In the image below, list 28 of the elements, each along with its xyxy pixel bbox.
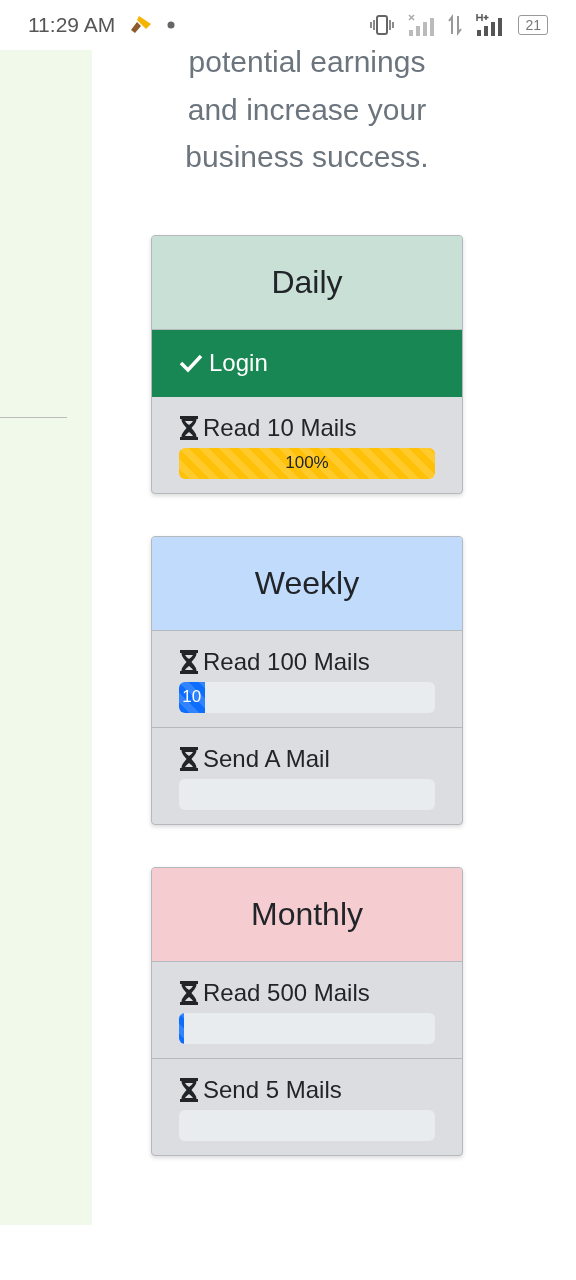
hourglass-icon	[179, 980, 199, 1005]
data-arrows-icon	[448, 14, 463, 36]
hourglass-icon	[179, 649, 199, 674]
hourglass-icon	[179, 1077, 199, 1102]
battery-level: 21	[518, 15, 548, 35]
card-title: Monthly	[250, 895, 363, 933]
progress-reading: 100%	[285, 453, 329, 473]
signal-icon	[476, 13, 505, 37]
status-time: 11:29 AM	[28, 13, 116, 37]
card-title: Weekly	[254, 564, 360, 602]
task-label: Send 5 Mails	[203, 1075, 342, 1104]
intro-text: and increase your	[187, 91, 427, 128]
intro-text: business success.	[185, 139, 429, 175]
intro-text: potential earnings	[188, 44, 426, 80]
hourglass-icon	[179, 746, 199, 771]
hourglass-icon	[179, 415, 199, 440]
card-title: Daily	[271, 263, 343, 301]
dot-icon	[167, 21, 176, 29]
task-label: Send A Mail	[203, 744, 330, 773]
task-label: Read 500 Mails	[203, 978, 370, 1007]
task-label: Read 10 Mails	[203, 413, 357, 442]
paintbrush-icon	[129, 14, 154, 36]
task-label: Login	[209, 349, 268, 377]
signal-icon	[408, 13, 435, 37]
vibrate-icon	[370, 14, 395, 36]
progress-reading: 10	[182, 687, 202, 707]
check-icon	[179, 353, 203, 373]
task-label: Read 100 Mails	[203, 647, 370, 676]
